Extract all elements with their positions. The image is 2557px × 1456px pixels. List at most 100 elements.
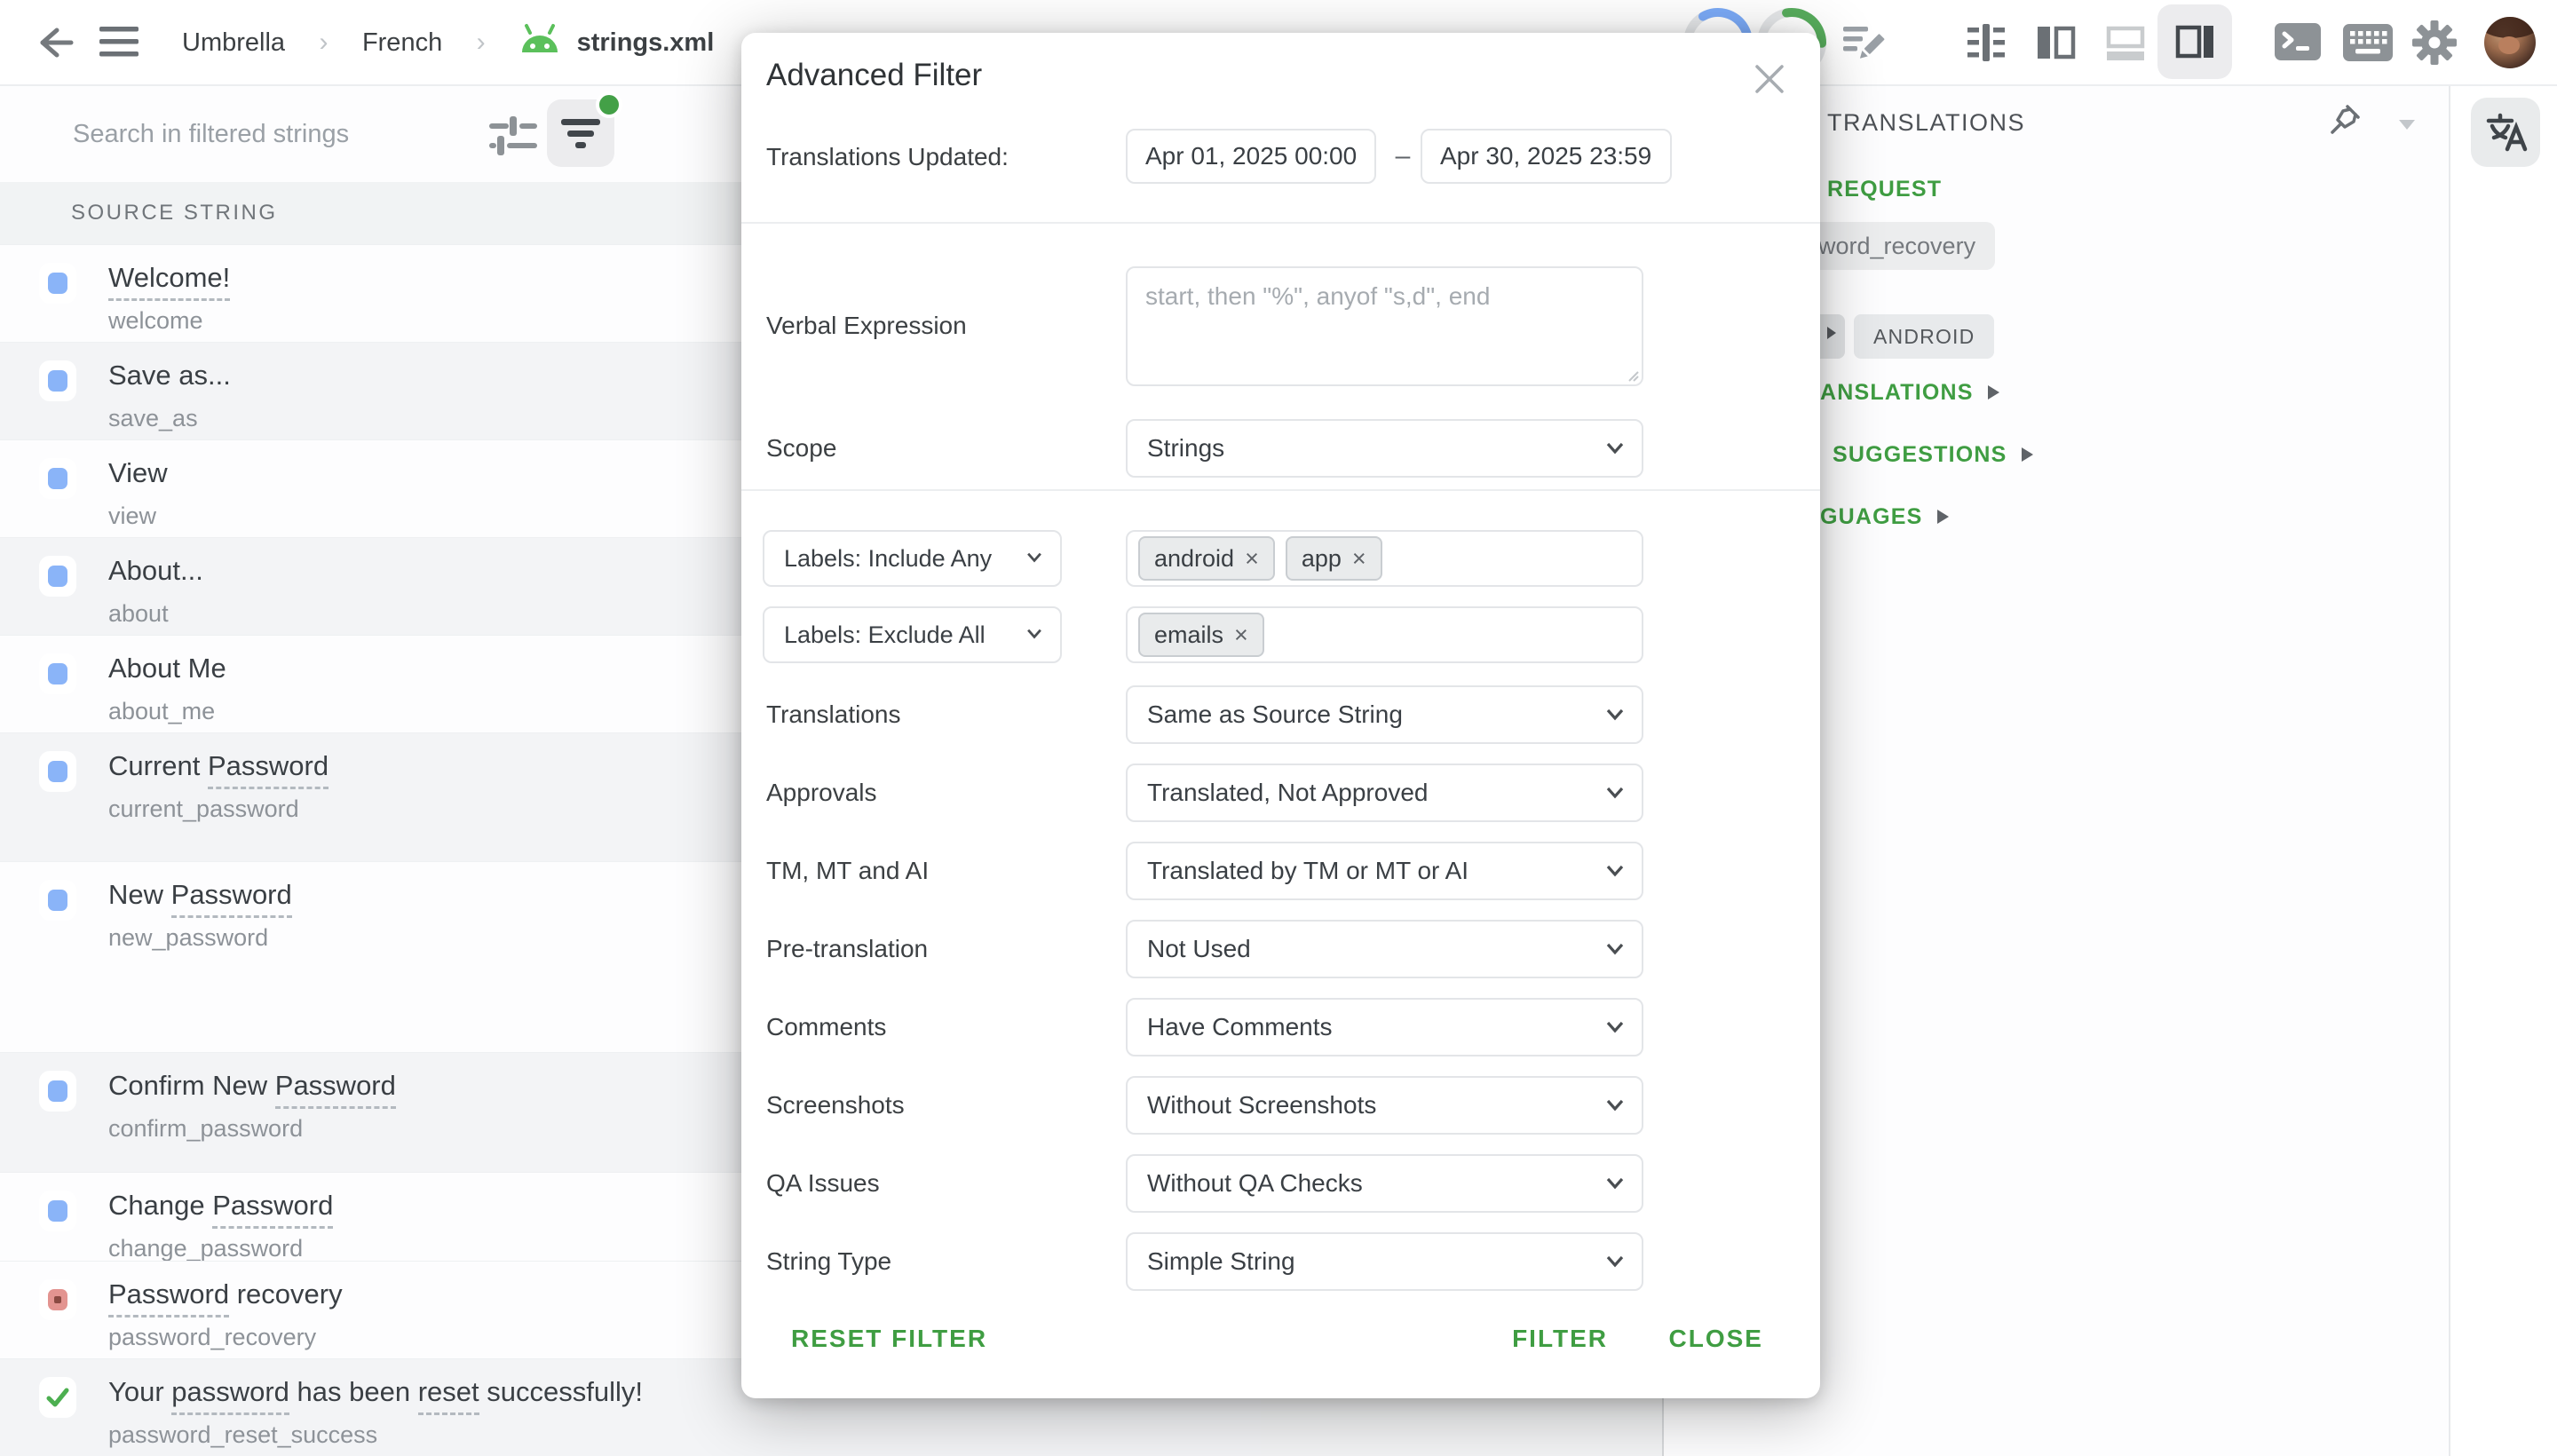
string-key: current_password [108,795,329,822]
breadcrumb: Umbrella › French › strings.xml [182,0,714,85]
chevron-down-icon [1606,865,1624,877]
divider [741,489,1820,491]
remove-chip-icon[interactable]: × [1352,545,1366,573]
date-to-input[interactable]: Apr 30, 2025 23:59 [1421,129,1672,184]
pin-icon[interactable] [2325,100,2366,141]
breadcrumb-language[interactable]: French [362,28,442,57]
filter-select[interactable]: Without Screenshots [1126,1076,1643,1135]
scope-select[interactable]: Strings [1126,419,1643,478]
string-title: Welcome! [108,261,230,295]
filter-row: Screenshots Without Screenshots [741,1076,1820,1135]
section-languages[interactable]: GUAGES [1820,504,1949,530]
section-suggestions[interactable]: SUGGESTIONS [1833,442,2033,468]
search-input[interactable] [71,102,456,166]
string-title: Change Password [108,1189,333,1223]
filter-select[interactable]: Same as Source String [1126,685,1643,744]
advanced-filter-dialog: Advanced Filter Translations Updated: Ap… [741,33,1820,1398]
string-key: about [108,600,203,627]
avatar[interactable] [2484,17,2536,68]
menu-icon[interactable] [99,27,139,59]
string-title: New Password [108,878,292,912]
labels-mode-select[interactable]: Labels: Exclude All [763,606,1062,663]
filter-select[interactable]: Translated, Not Approved [1126,764,1643,822]
label-chip: android× [1138,536,1275,581]
chevron-down-icon[interactable] [2399,120,2415,130]
string-title: View [108,456,168,490]
close-icon[interactable] [1752,61,1787,97]
expand-icon [2022,447,2033,462]
right-panel-view-icon [2172,19,2218,65]
remove-chip-icon[interactable]: × [1234,621,1248,649]
console-icon[interactable] [2273,20,2323,63]
labels-chip-field[interactable]: emails× [1126,606,1643,663]
remove-chip-icon[interactable]: × [1245,545,1259,573]
label-chip: emails× [1138,613,1264,657]
edit-mode-icon[interactable] [1840,20,1886,66]
resize-handle[interactable] [1626,368,1640,383]
labels-mode-select[interactable]: Labels: Include Any [763,530,1062,587]
filter-select[interactable]: Not Used [1126,920,1643,978]
filter-label: Translations [766,697,900,732]
chevron-down-icon [1606,1255,1624,1268]
filter-select[interactable]: Have Comments [1126,998,1643,1056]
filter-label: Screenshots [766,1088,905,1123]
filter-select[interactable]: Without QA Checks [1126,1154,1643,1213]
label-chip: app× [1286,536,1382,581]
keyboard-icon[interactable] [2342,23,2394,62]
string-key: password_recovery [108,1324,343,1350]
chevron-down-icon [1606,442,1624,455]
string-title: Password recovery [108,1278,343,1311]
close-button[interactable]: CLOSE [1669,1325,1763,1353]
tools-rail [2449,84,2557,1456]
string-key: confirm_password [108,1115,396,1142]
filter-label: TM, MT and AI [766,853,929,889]
string-key: about_me [108,698,226,724]
verbal-expression-input[interactable] [1126,266,1643,386]
horizontal-split-view-icon[interactable] [2102,20,2149,66]
string-key: password_reset_success [108,1421,643,1448]
gear-icon[interactable] [2411,20,2458,66]
labels-chip-field[interactable]: android×app× [1126,530,1643,587]
filter-row: QA Issues Without QA Checks [741,1154,1820,1213]
filter-label: Comments [766,1009,886,1045]
chevron-down-icon [1606,1099,1624,1112]
dialog-title: Advanced Filter [766,56,982,95]
expand-icon [1988,385,1999,400]
string-title: About Me [108,652,226,685]
request-link[interactable]: REQUEST [1827,177,1942,202]
filter-select[interactable]: Translated by TM or MT or AI [1126,842,1643,900]
filter-row: String Type Simple String [741,1232,1820,1291]
side-by-side-view-icon[interactable] [2033,20,2079,66]
divider [741,222,1820,224]
chevron-down-icon [1606,1177,1624,1190]
reset-filter-button[interactable]: RESET FILTER [791,1325,987,1353]
filter-button[interactable] [547,99,614,167]
verbal-expression-label: Verbal Expression [766,308,967,344]
section-translations[interactable]: ANSLATIONS [1820,380,1999,406]
string-key: save_as [108,405,231,431]
filter-label: Pre-translation [766,931,928,967]
right-panel-view-button-active[interactable] [2157,4,2232,79]
filter-select[interactable]: Simple String [1126,1232,1643,1291]
filter-active-badge [596,91,622,118]
filter-row: Comments Have Comments [741,998,1820,1056]
filter-label: QA Issues [766,1166,880,1201]
chevron-down-icon [1606,787,1624,799]
date-range-separator: – [1382,141,1423,171]
filter-row: Translations Same as Source String [741,685,1820,744]
filter-button-apply[interactable]: FILTER [1512,1325,1608,1353]
platform-badge: ANDROID [1854,314,1994,359]
string-key: welcome [108,307,230,334]
breadcrumb-file[interactable]: strings.xml [577,28,715,57]
date-from-input[interactable]: Apr 01, 2025 00:00 [1126,129,1376,184]
chevron-down-icon [1026,552,1042,563]
translate-icon[interactable] [2482,109,2529,155]
sliders-icon[interactable] [484,107,541,164]
chevron-down-icon [1606,708,1624,721]
back-icon[interactable] [34,21,76,64]
filter-row: Pre-translation Not Used [741,920,1820,978]
list-view-icon[interactable] [1963,20,2009,66]
updated-label: Translations Updated: [766,139,1009,175]
breadcrumb-project[interactable]: Umbrella [182,28,285,57]
filter-label: String Type [766,1244,891,1279]
